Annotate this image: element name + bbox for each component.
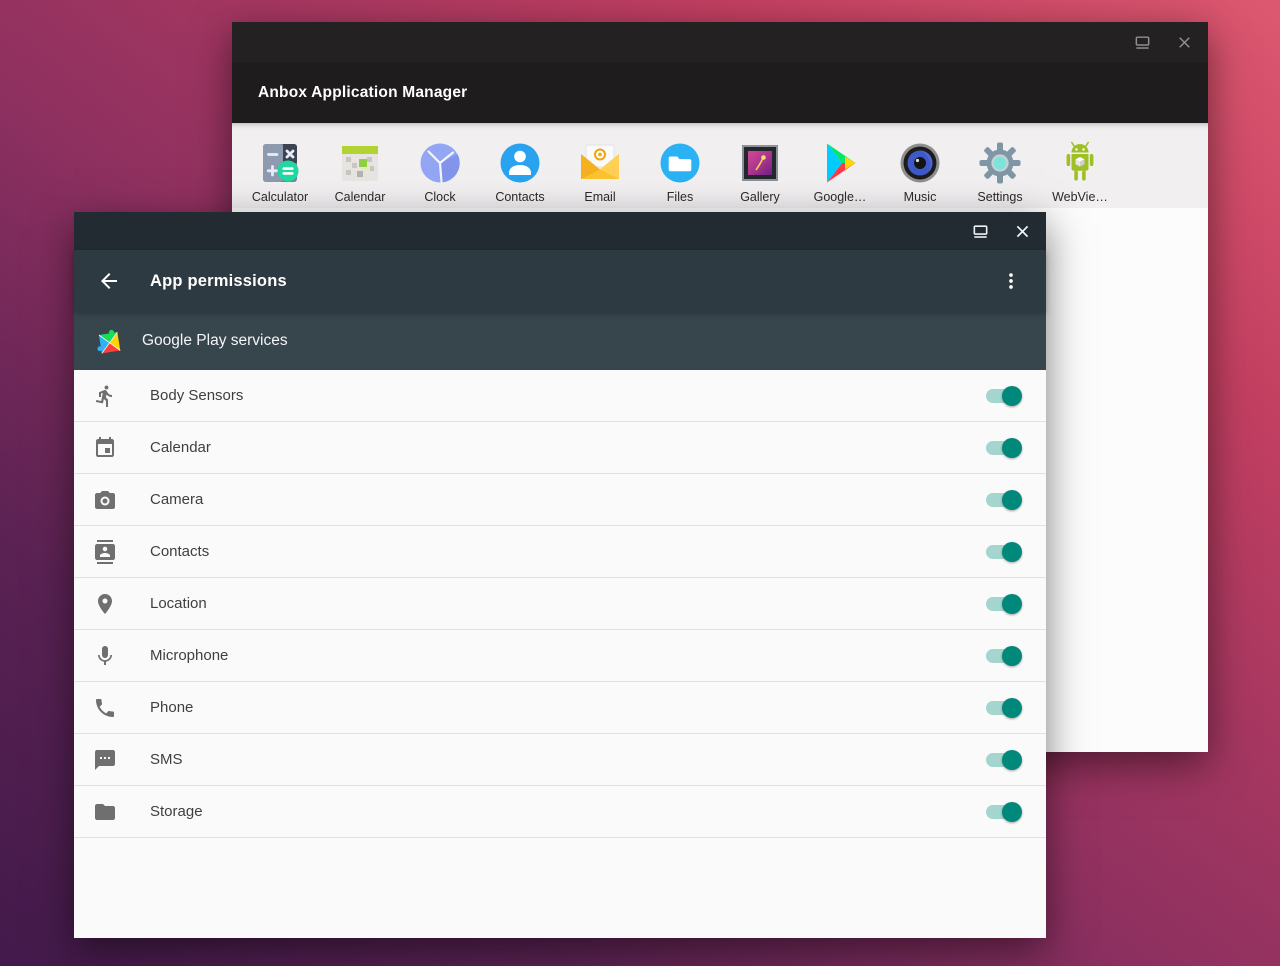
permission-toggle[interactable] [985,802,1022,822]
files-app-icon [656,139,704,187]
permission-list: Body Sensors Calendar Camera [74,370,1046,938]
app-launcher-google-play[interactable]: Google… [800,123,880,208]
desktop-wallpaper: Anbox Application Manager [0,0,1280,966]
app-label: Music [904,190,937,204]
maximize-icon [972,223,989,240]
permission-row-contacts[interactable]: Contacts [74,526,1046,578]
permission-toggle[interactable] [985,386,1022,406]
app-label: Email [584,190,615,204]
app-label: Settings [977,190,1022,204]
permission-row-phone[interactable]: Phone [74,682,1046,734]
gallery-app-icon [736,139,784,187]
window-titlebar [74,212,1046,250]
clock-app-icon [416,139,464,187]
permission-row-sms[interactable]: SMS [74,734,1046,786]
window-titlebar [232,22,1208,62]
permission-label: Camera [150,491,203,508]
app-launcher-clock[interactable]: Clock [400,123,480,208]
close-button[interactable] [1012,221,1032,241]
app-name: Google Play services [142,332,288,350]
permission-row-storage[interactable]: Storage [74,786,1046,838]
permission-label: Storage [150,803,203,820]
sms-icon [93,748,117,772]
window-title: Anbox Application Manager [258,84,467,102]
phone-icon [93,696,117,720]
app-launcher-email[interactable]: Email [560,123,640,208]
permission-toggle[interactable] [985,490,1022,510]
permission-toggle[interactable] [985,750,1022,770]
permission-row-microphone[interactable]: Microphone [74,630,1046,682]
permission-toggle[interactable] [985,594,1022,614]
close-icon [1014,223,1031,240]
body-sensors-icon [93,384,117,408]
permission-label: Body Sensors [150,387,243,404]
app-header: Google Play services [74,312,1046,370]
app-launcher-settings[interactable]: Settings [960,123,1040,208]
permission-label: Microphone [150,647,228,664]
webview-app-icon [1056,139,1104,187]
google-play-app-icon [816,139,864,187]
permission-toggle[interactable] [985,646,1022,666]
app-launcher-calculator[interactable]: Calculator [240,123,320,208]
contacts-app-icon [496,139,544,187]
permission-toggle[interactable] [985,438,1022,458]
page-title: App permissions [150,272,287,291]
app-label: WebVie… [1052,190,1108,204]
kebab-menu-icon [1000,270,1022,292]
location-icon [93,592,117,616]
permission-label: Contacts [150,543,209,560]
contacts-icon [93,540,117,564]
app-label: Clock [424,190,455,204]
permission-row-body-sensors[interactable]: Body Sensors [74,370,1046,422]
back-button[interactable] [96,268,122,294]
email-app-icon [576,139,624,187]
permission-row-calendar[interactable]: Calendar [74,422,1046,474]
settings-app-icon [976,139,1024,187]
calendar-icon [93,436,117,460]
permission-row-camera[interactable]: Camera [74,474,1046,526]
permission-row-location[interactable]: Location [74,578,1046,630]
close-button[interactable] [1174,32,1194,52]
arrow-left-icon [97,269,121,293]
app-label: Files [667,190,693,204]
calculator-app-icon [256,139,304,187]
maximize-icon [1134,34,1151,51]
overflow-menu-button[interactable] [998,268,1024,294]
app-label: Google… [814,190,867,204]
permission-toggle[interactable] [985,698,1022,718]
window-header: Anbox Application Manager [232,62,1208,123]
app-launcher-webview[interactable]: WebVie… [1040,123,1120,208]
music-app-icon [896,139,944,187]
app-launcher-contacts[interactable]: Contacts [480,123,560,208]
app-label: Gallery [740,190,780,204]
google-play-services-icon [95,327,123,355]
permission-label: Calendar [150,439,211,456]
app-launcher-files[interactable]: Files [640,123,720,208]
app-bar: App permissions [74,250,1046,312]
calendar-app-icon [336,139,384,187]
app-launcher-calendar[interactable]: Calendar [320,123,400,208]
permission-label: Phone [150,699,193,716]
permission-label: Location [150,595,207,612]
app-label: Contacts [495,190,544,204]
permission-toggle[interactable] [985,542,1022,562]
app-launcher-gallery[interactable]: Gallery [720,123,800,208]
app-label: Calculator [252,190,308,204]
permission-label: SMS [150,751,183,768]
maximize-button[interactable] [1132,32,1152,52]
camera-icon [93,488,117,512]
close-icon [1176,34,1193,51]
microphone-icon [93,644,117,668]
app-launcher-music[interactable]: Music [880,123,960,208]
app-label: Calendar [335,190,386,204]
permissions-window: App permissions [74,212,1046,938]
maximize-button[interactable] [970,221,990,241]
app-launcher-grid: Calculator Calendar [232,123,1208,208]
storage-icon [93,800,117,824]
